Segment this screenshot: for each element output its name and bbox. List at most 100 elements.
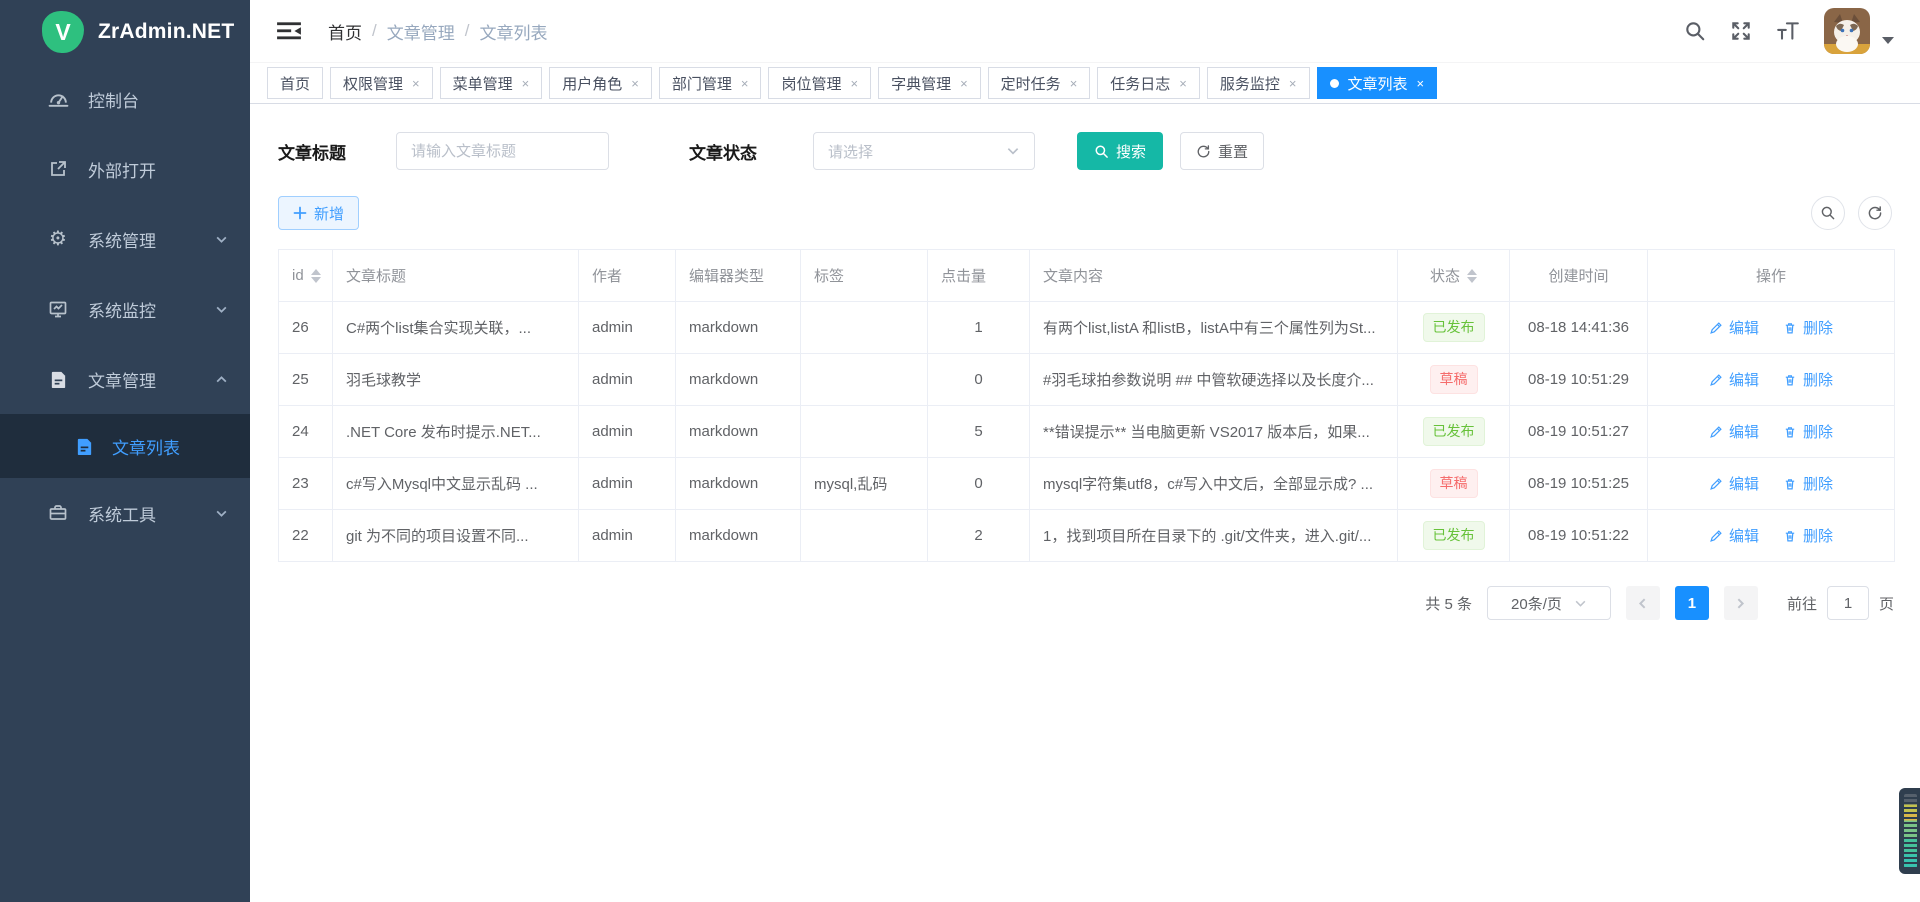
delete-button[interactable]: 删除 [1783, 421, 1833, 442]
close-icon[interactable] [412, 77, 420, 90]
col-header-status[interactable]: 状态 [1398, 250, 1510, 302]
article-admin-submenu: 文章列表 [0, 414, 250, 478]
total-count: 共 5 条 [1425, 593, 1472, 614]
next-page-button[interactable] [1724, 586, 1758, 620]
articles-table: id 文章标题 作者 编辑器类型 标签 点击量 文章内容 状态 创建时间 操作 … [278, 249, 1895, 562]
logo-icon: V [42, 11, 84, 53]
add-button[interactable]: 新增 [278, 196, 359, 230]
sidebar-item-label: 外部打开 [88, 157, 156, 182]
edit-button[interactable]: 编辑 [1709, 473, 1759, 494]
sidebar-item-label: 系统工具 [88, 501, 156, 526]
tab-article-list[interactable]: 文章列表 [1317, 67, 1438, 99]
tab-task-log[interactable]: 任务日志 [1097, 67, 1200, 99]
tab-post-admin[interactable]: 岗位管理 [768, 67, 871, 99]
sidebar-collapse-icon[interactable] [276, 19, 302, 43]
sidebar-item-label: 控制台 [88, 87, 139, 112]
tab-dept-admin[interactable]: 部门管理 [659, 67, 762, 99]
close-icon[interactable] [1070, 77, 1078, 90]
tab-dict-admin[interactable]: 字典管理 [878, 67, 981, 99]
chevron-down-icon [215, 507, 228, 520]
tab-permission-admin[interactable]: 权限管理 [330, 67, 433, 99]
tab-home[interactable]: 首页 [267, 67, 323, 99]
status-badge: 草稿 [1430, 469, 1478, 498]
tab-user-role[interactable]: 用户角色 [549, 67, 652, 99]
breadcrumb-separator: / [465, 21, 470, 41]
sidebar-item-article-admin[interactable]: 文章管理 [0, 344, 250, 414]
header-actions [1684, 8, 1894, 54]
page-number-1[interactable]: 1 [1675, 586, 1709, 620]
user-avatar[interactable] [1824, 8, 1870, 54]
sidebar-item-system-tools[interactable]: 系统工具 [0, 478, 250, 548]
tab-menu-admin[interactable]: 菜单管理 [440, 67, 543, 99]
search-icon [1094, 144, 1109, 159]
show-search-toggle-button[interactable] [1811, 196, 1845, 230]
fullscreen-icon[interactable] [1730, 20, 1752, 42]
sidebar-item-system-admin[interactable]: ⚙ 系统管理 [0, 204, 250, 274]
main-content: 文章标题 文章状态 请选择 搜索 重置 [250, 104, 1920, 620]
sidebar-item-label: 系统监控 [88, 297, 156, 322]
sidebar-item-dashboard[interactable]: 控制台 [0, 64, 250, 134]
edit-button[interactable]: 编辑 [1709, 317, 1759, 338]
close-icon[interactable] [1289, 77, 1297, 90]
toolbox-icon [46, 503, 70, 523]
dropdown-caret-icon[interactable] [1882, 37, 1894, 44]
status-badge: 草稿 [1430, 365, 1478, 394]
delete-button[interactable]: 删除 [1783, 473, 1833, 494]
goto-label: 前往 [1787, 593, 1817, 614]
col-header-hits: 点击量 [928, 250, 1030, 302]
font-size-icon[interactable] [1776, 20, 1800, 42]
col-header-title: 文章标题 [333, 250, 579, 302]
chevron-down-icon [215, 233, 228, 246]
active-dot [1330, 79, 1339, 88]
refresh-table-button[interactable] [1858, 196, 1892, 230]
corner-widget[interactable] [1899, 788, 1920, 874]
col-header-created: 创建时间 [1510, 250, 1648, 302]
delete-button[interactable]: 删除 [1783, 369, 1833, 390]
filter-form: 文章标题 文章状态 请选择 搜索 重置 [278, 132, 1892, 170]
tab-scheduled-task[interactable]: 定时任务 [988, 67, 1091, 99]
col-header-actions: 操作 [1648, 250, 1895, 302]
sidebar-item-external-open[interactable]: 外部打开 [0, 134, 250, 204]
close-icon[interactable] [850, 77, 858, 90]
page-unit-label: 页 [1879, 593, 1894, 614]
monitor-icon [46, 299, 70, 319]
goto-page-input[interactable] [1827, 586, 1869, 620]
edit-button[interactable]: 编辑 [1709, 421, 1759, 442]
app-title: ZrAdmin.NET [98, 20, 234, 44]
article-title-input[interactable] [396, 132, 609, 170]
delete-button[interactable]: 删除 [1783, 317, 1833, 338]
close-icon[interactable] [960, 77, 968, 90]
close-icon[interactable] [522, 77, 530, 90]
article-status-label: 文章状态 [689, 139, 757, 164]
sort-icon[interactable] [1467, 269, 1477, 283]
close-icon[interactable] [1179, 77, 1187, 90]
close-icon[interactable] [741, 77, 749, 90]
sidebar-item-system-monitor[interactable]: 系统监控 [0, 274, 250, 344]
table-row: 26 C#两个list集合实现关联，... admin markdown 1 有… [279, 302, 1895, 354]
tab-service-monitor[interactable]: 服务监控 [1207, 67, 1310, 99]
sidebar-item-article-list[interactable]: 文章列表 [0, 414, 250, 478]
prev-page-button[interactable] [1626, 586, 1660, 620]
status-badge: 已发布 [1423, 313, 1485, 342]
sort-icon[interactable] [311, 269, 321, 283]
search-button[interactable]: 搜索 [1077, 132, 1163, 170]
reset-button[interactable]: 重置 [1180, 132, 1264, 170]
dashboard-icon [46, 89, 70, 110]
table-row: 24 .NET Core 发布时提示.NET... admin markdown… [279, 406, 1895, 458]
close-icon[interactable] [1417, 77, 1425, 90]
article-status-select[interactable]: 请选择 [813, 132, 1035, 170]
edit-button[interactable]: 编辑 [1709, 525, 1759, 546]
col-header-id[interactable]: id [279, 250, 333, 302]
search-icon[interactable] [1684, 20, 1706, 42]
sidebar-item-label: 文章列表 [112, 434, 180, 459]
col-header-tags: 标签 [801, 250, 928, 302]
edit-button[interactable]: 编辑 [1709, 369, 1759, 390]
close-icon[interactable] [631, 77, 639, 90]
chevron-down-icon [1006, 144, 1020, 158]
breadcrumb-home[interactable]: 首页 [328, 19, 362, 44]
page-size-select[interactable]: 20条/页 [1487, 586, 1611, 620]
breadcrumb-separator: / [372, 21, 377, 41]
delete-button[interactable]: 删除 [1783, 525, 1833, 546]
app-logo[interactable]: V ZrAdmin.NET [0, 0, 250, 64]
sidebar-item-label: 系统管理 [88, 227, 156, 252]
